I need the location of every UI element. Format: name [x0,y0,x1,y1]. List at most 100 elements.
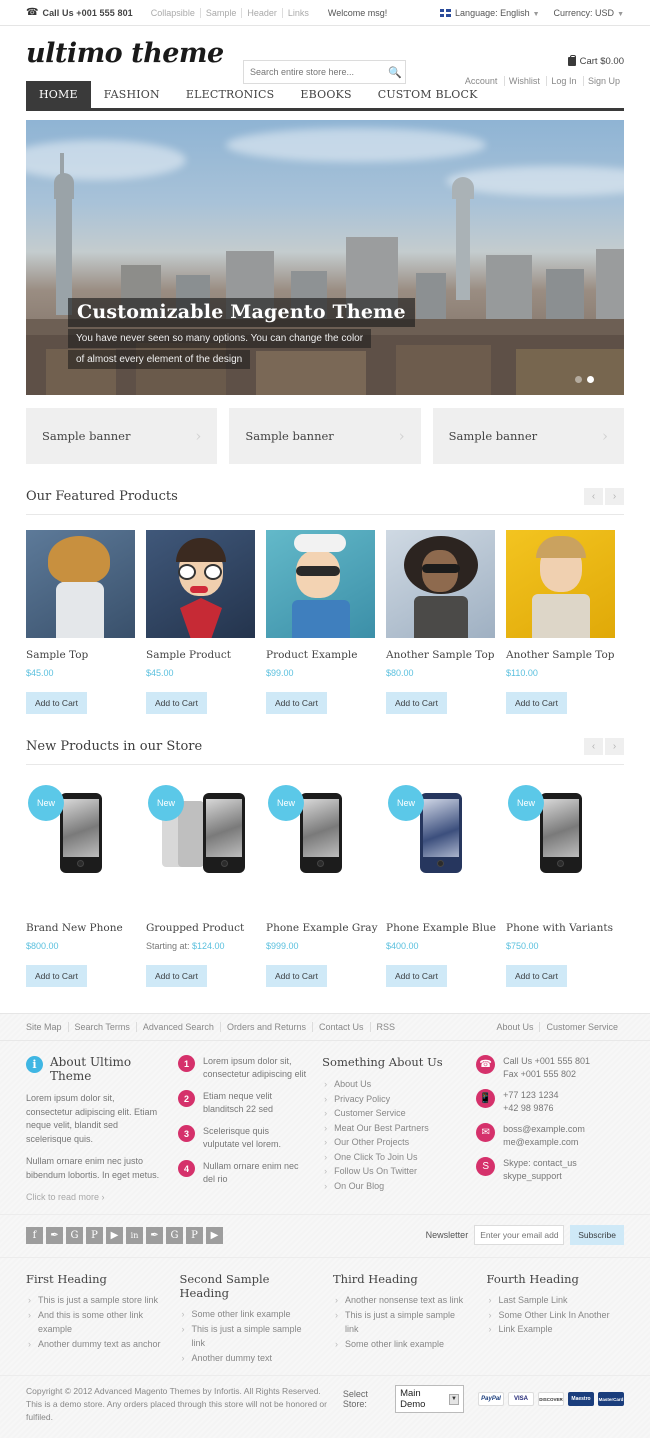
linkedin-icon[interactable]: in [126,1226,143,1244]
nav-item-ebooks[interactable]: EBOOKS [287,81,364,108]
add-to-cart-button[interactable]: Add to Cart [386,965,447,987]
list-item[interactable]: This is just a sample store link [26,1293,164,1308]
product-card[interactable]: New Phone with Variants $750.00 Add to C… [506,783,615,987]
product-name[interactable]: Another Sample Top [386,649,495,662]
product-image[interactable] [266,530,375,638]
footer-link-advanced-search[interactable]: Advanced Search [135,1022,220,1032]
product-image[interactable]: New [146,783,255,911]
top-link-header[interactable]: Header [241,7,282,18]
product-name[interactable]: Sample Top [26,649,135,662]
twitter-icon[interactable]: ✒ [146,1226,163,1244]
product-card[interactable]: Sample Product $45.00 Add to Cart [146,530,255,714]
twitter-icon[interactable]: ✒ [46,1226,63,1244]
add-to-cart-button[interactable]: Add to Cart [26,692,87,714]
link-wishlist[interactable]: Wishlist [503,76,544,86]
product-name[interactable]: Product Example [266,649,375,662]
slider-dot-2[interactable] [587,376,594,383]
new-products-prev-button[interactable]: ‹ [584,738,603,755]
newsletter-email-input[interactable] [474,1225,565,1245]
list-item[interactable]: About Us [322,1077,460,1092]
add-to-cart-button[interactable]: Add to Cart [146,692,207,714]
product-image[interactable] [506,530,615,638]
footer-link-orders-returns[interactable]: Orders and Returns [219,1022,312,1032]
youtube-icon[interactable]: ▶ [206,1226,223,1244]
list-item[interactable]: Some Other Link In Another [487,1308,625,1323]
add-to-cart-button[interactable]: Add to Cart [266,965,327,987]
product-card[interactable]: Product Example $99.00 Add to Cart [266,530,375,714]
footer-link-contact-us[interactable]: Contact Us [311,1022,370,1032]
product-name[interactable]: Phone with Variants [506,922,615,935]
product-name[interactable]: Groupped Product [146,922,255,935]
product-image[interactable] [386,530,495,638]
top-link-collapsible[interactable]: Collapsible [151,8,200,18]
currency-switcher[interactable]: Currency: USD ▼ [554,8,624,18]
slider-dot-1[interactable] [575,376,582,383]
product-image[interactable] [146,530,255,638]
list-item[interactable]: Some other link example [180,1307,318,1322]
search-box[interactable]: 🔍 [243,60,406,84]
language-switcher[interactable]: Language: English ▼ [440,8,540,18]
add-to-cart-button[interactable]: Add to Cart [506,692,567,714]
list-item[interactable]: And this is some other link example [26,1308,164,1337]
list-item[interactable]: Another dummy text as anchor [26,1337,164,1352]
nav-item-electronics[interactable]: ELECTRONICS [173,81,288,108]
subscribe-button[interactable]: Subscribe [570,1225,624,1245]
contact-line-2[interactable]: me@example.com [503,1136,585,1149]
product-card[interactable]: New Phone Example Blue $400.00 Add to Ca… [386,783,496,987]
new-products-next-button[interactable]: › [605,738,624,755]
nav-item-home[interactable]: HOME [26,81,91,108]
list-item[interactable]: Another nonsense text as link [333,1293,471,1308]
banner-2[interactable]: Sample banner › [229,408,421,464]
youtube-icon[interactable]: ▶ [106,1226,123,1244]
product-card[interactable]: New Brand New Phone $800.00 Add to Cart [26,783,135,987]
footer-link-site-map[interactable]: Site Map [26,1022,68,1032]
product-name[interactable]: Phone Example Gray [266,922,378,935]
list-item[interactable]: Link Example [487,1322,625,1337]
list-item[interactable]: Customer Service [322,1106,460,1121]
read-more-link[interactable]: Click to read more › [26,1192,162,1202]
product-name[interactable]: Phone Example Blue [386,922,496,935]
search-icon[interactable]: 🔍 [385,66,405,79]
link-account[interactable]: Account [461,76,502,86]
top-link-links[interactable]: Links [281,7,314,18]
list-item[interactable]: Last Sample Link [487,1293,625,1308]
googleplus-icon[interactable]: G [166,1226,183,1244]
add-to-cart-button[interactable]: Add to Cart [146,965,207,987]
footer-link-search-terms[interactable]: Search Terms [67,1022,136,1032]
link-login[interactable]: Log In [546,76,581,86]
list-item[interactable]: On Our Blog [322,1179,460,1194]
list-item[interactable]: One Click To Join Us [322,1150,460,1165]
product-image[interactable]: New [266,783,375,911]
nav-item-fashion[interactable]: FASHION [91,81,173,108]
add-to-cart-button[interactable]: Add to Cart [266,692,327,714]
add-to-cart-button[interactable]: Add to Cart [506,965,567,987]
product-card[interactable]: New Groupped Product Starting at: $124.0… [146,783,255,987]
facebook-icon[interactable]: f [26,1226,43,1244]
product-image[interactable]: New [26,783,135,911]
contact-line-1[interactable]: boss@example.com [503,1123,585,1136]
add-to-cart-button[interactable]: Add to Cart [26,965,87,987]
product-image[interactable] [26,530,135,638]
site-logo[interactable]: ultimo theme [26,38,224,69]
product-name[interactable]: Another Sample Top [506,649,615,662]
top-link-sample[interactable]: Sample [199,7,242,18]
add-to-cart-button[interactable]: Add to Cart [386,692,447,714]
pinterest-icon[interactable]: P [86,1226,103,1244]
list-item[interactable]: This is just a simple sample link [333,1308,471,1337]
banner-1[interactable]: Sample banner › [26,408,218,464]
product-image[interactable]: New [386,783,495,911]
footer-link-rss[interactable]: RSS [369,1022,402,1032]
hero-slider[interactable]: Customizable Magento Theme You have neve… [26,120,624,395]
product-image[interactable]: New [506,783,615,911]
list-item[interactable]: Meat Our Best Partners [322,1121,460,1136]
banner-3[interactable]: Sample banner › [432,408,624,464]
footer-link-customer-service[interactable]: Customer Service [539,1022,624,1032]
list-item[interactable]: Some other link example [333,1337,471,1352]
store-select[interactable]: Main Demo ▼ [395,1385,464,1413]
list-item[interactable]: This is just a simple sample link [180,1322,318,1351]
list-item[interactable]: Our Other Projects [322,1135,460,1150]
chevron-down-icon[interactable]: ▼ [449,1393,459,1405]
pinterest-icon[interactable]: P [186,1226,203,1244]
cart-summary[interactable]: Cart $0.00 [461,55,624,67]
featured-prev-button[interactable]: ‹ [584,488,603,505]
